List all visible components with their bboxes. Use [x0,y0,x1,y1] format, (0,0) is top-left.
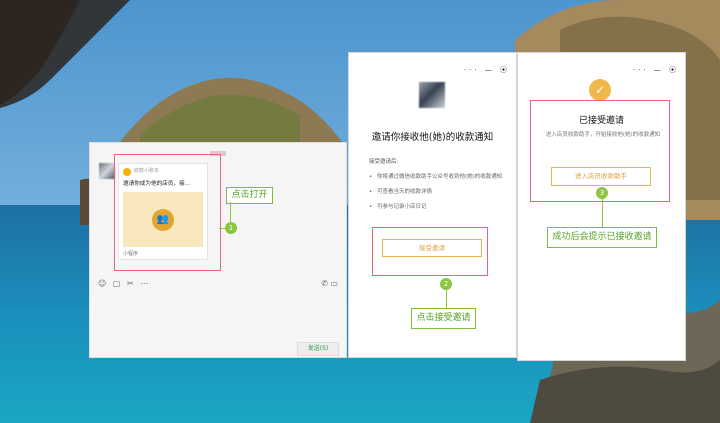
send-button[interactable]: 发送(S) [297,342,339,356]
window-controls[interactable]: ··· — ⦿ [633,65,679,75]
window-controls[interactable]: ··· — ⦿ [464,65,510,75]
connector-line [602,199,603,227]
inviter-avatar [419,82,445,108]
step-3-badge: 3 [596,187,608,199]
label-click-open: 点击打开 [226,187,273,204]
list-item: 你将通过微信收款助手公众号收到他(她)的收款通知 [369,173,507,181]
avatar[interactable] [99,163,115,179]
invite-subtitle: 接受邀请后: [369,159,399,165]
check-icon: ✓ [589,79,611,101]
call-icons[interactable]: ✆ ▭ [321,279,338,288]
highlight-accept [372,227,488,276]
label-click-accept: 点击接受邀请 [411,308,476,329]
list-item: 可查看当天的收款详情 [369,188,507,196]
invite-benefits-list: 你将通过微信收款助手公众号收到他(她)的收款通知 可查看当天的收款详情 可参与记… [369,173,507,218]
chat-toolbar-icons[interactable]: ☺ ▢ ✂ ⋯ [98,279,150,288]
label-success-hint: 成功后会提示已接收邀请 [547,227,657,248]
connector-line [446,290,447,308]
connector-line [230,202,231,222]
step-2-badge: 2 [440,278,452,290]
step-1-badge: 1 [225,222,237,234]
highlight-message [114,154,221,271]
invite-title: 邀请你接收他(她)的收款通知 [371,132,494,143]
list-item: 可参与记录小店日记 [369,203,507,211]
